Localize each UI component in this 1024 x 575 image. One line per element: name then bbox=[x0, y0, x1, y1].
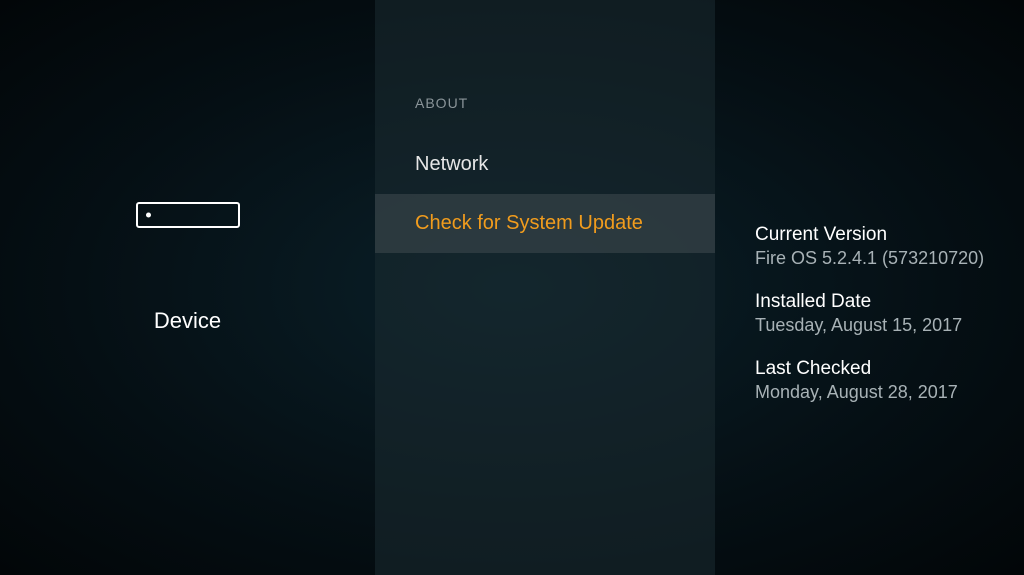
left-panel: Device bbox=[0, 0, 375, 575]
info-value: Tuesday, August 15, 2017 bbox=[755, 315, 1004, 336]
info-label: Current Version bbox=[755, 224, 1004, 246]
info-current-version: Current Version Fire OS 5.2.4.1 (5732107… bbox=[755, 224, 1004, 269]
info-installed-date: Installed Date Tuesday, August 15, 2017 bbox=[755, 291, 1004, 336]
menu-item-label: Network bbox=[415, 153, 488, 175]
info-label: Last Checked bbox=[755, 358, 1004, 380]
info-last-checked: Last Checked Monday, August 28, 2017 bbox=[755, 358, 1004, 403]
menu-item-check-update[interactable]: Check for System Update bbox=[375, 194, 715, 253]
device-label: Device bbox=[154, 308, 221, 334]
details-panel: Current Version Fire OS 5.2.4.1 (5732107… bbox=[715, 0, 1024, 575]
device-icon bbox=[136, 202, 240, 228]
menu-item-label: Check for System Update bbox=[415, 212, 643, 234]
section-header-about: ABOUT bbox=[375, 95, 715, 111]
menu-item-network[interactable]: Network bbox=[375, 135, 715, 194]
info-value: Fire OS 5.2.4.1 (573210720) bbox=[755, 248, 1004, 269]
about-menu-panel: ABOUT Network Check for System Update bbox=[375, 0, 715, 575]
info-value: Monday, August 28, 2017 bbox=[755, 382, 1004, 403]
info-label: Installed Date bbox=[755, 291, 1004, 313]
